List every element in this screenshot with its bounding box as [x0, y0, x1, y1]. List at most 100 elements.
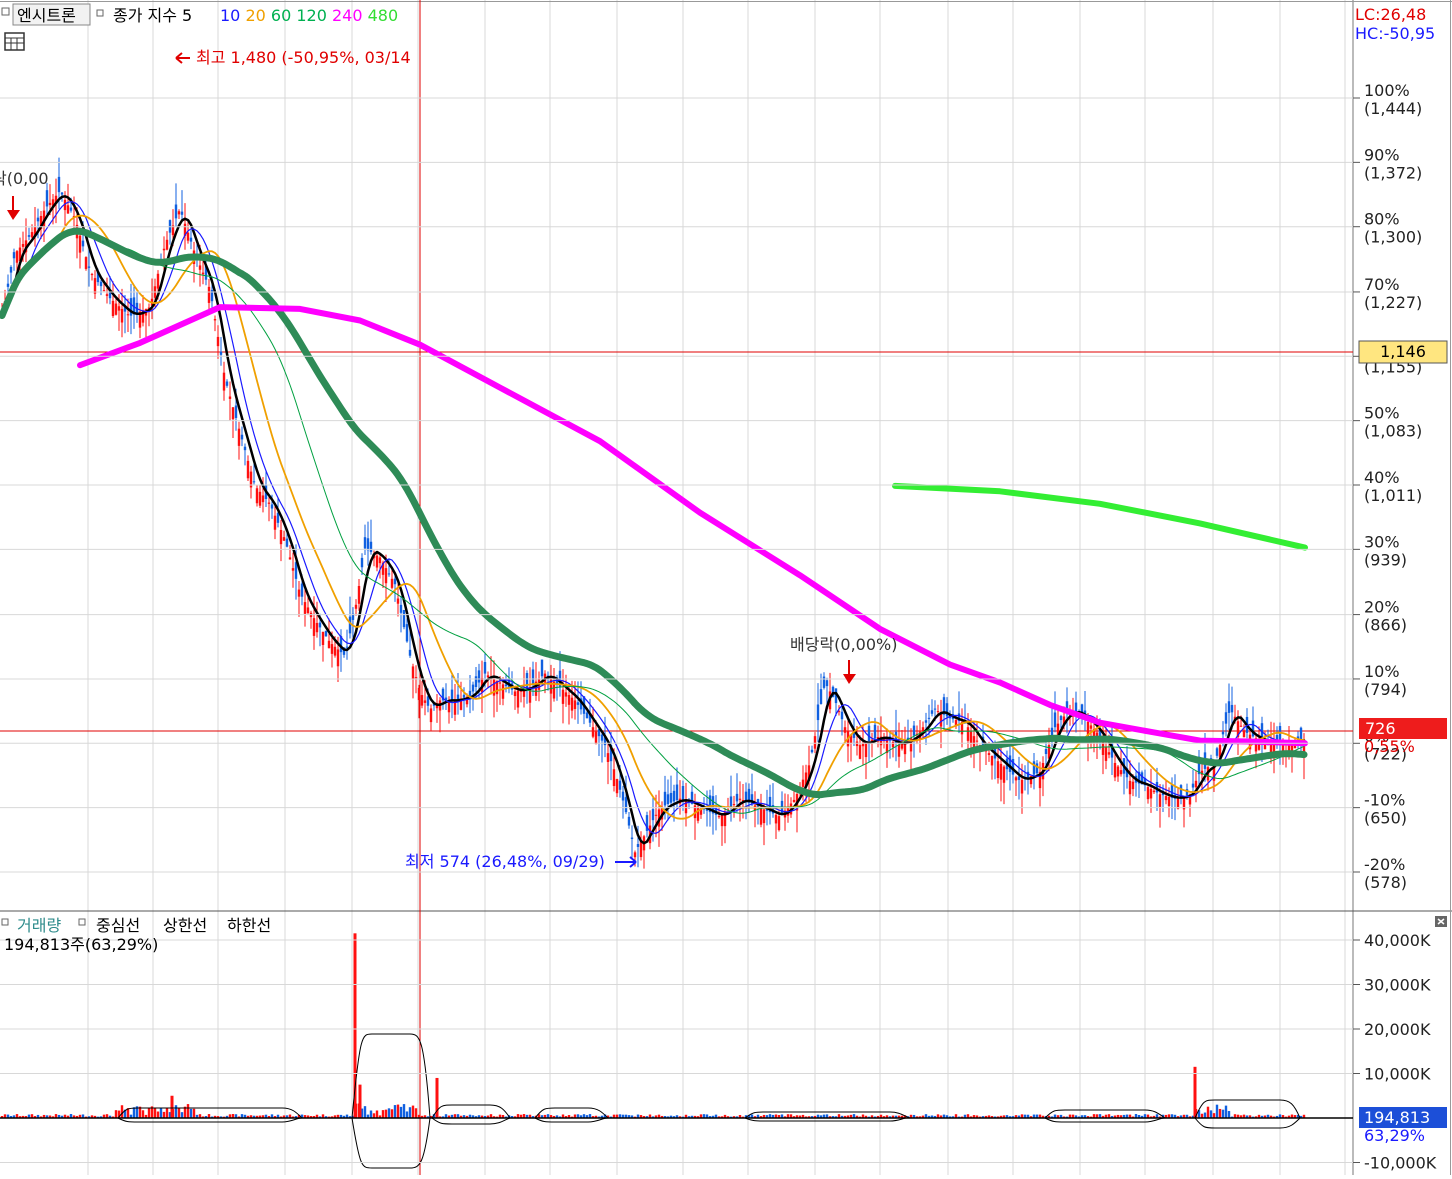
- candle-body: [822, 676, 826, 688]
- candle-body: [222, 372, 226, 391]
- volume-bar: [120, 1105, 124, 1118]
- candle-body: [1104, 746, 1108, 761]
- candle-body: [330, 644, 334, 654]
- candle-body: [384, 568, 388, 584]
- candle-body: [867, 725, 871, 742]
- candle-body: [180, 211, 184, 215]
- candle-body: [258, 491, 262, 506]
- volume-bar: [375, 1110, 379, 1118]
- candle-body: [639, 841, 643, 858]
- candle-body: [420, 695, 424, 706]
- hc-label: HC:-50,95: [1355, 24, 1435, 43]
- candle-body: [483, 662, 487, 674]
- candle-body: [474, 676, 478, 687]
- candle-body: [567, 695, 571, 705]
- candle-body: [378, 557, 382, 564]
- volume-tick-label: 30,000K: [1364, 976, 1431, 995]
- price-tick-value: (1,227): [1364, 293, 1422, 312]
- candle-body: [462, 694, 466, 698]
- candle-body: [936, 711, 940, 713]
- candle-body: [66, 205, 70, 214]
- candle-body: [1089, 725, 1093, 729]
- price-tick-pct: 100%: [1364, 81, 1410, 100]
- candle-body: [300, 583, 304, 597]
- candle-body: [126, 314, 130, 316]
- candle-body: [408, 649, 412, 656]
- candle-body: [930, 710, 934, 714]
- ma-legend-item: 10: [220, 6, 240, 25]
- candle-body: [774, 814, 778, 824]
- candle-body: [843, 727, 847, 733]
- candle-body: [912, 725, 916, 736]
- table-icon[interactable]: [4, 32, 25, 51]
- price-tick-value: (939): [1364, 550, 1407, 569]
- volume-bar: [405, 1111, 409, 1118]
- candle-body: [1131, 781, 1135, 790]
- candle-body: [1224, 712, 1228, 724]
- candle-body: [291, 568, 295, 571]
- candle-body: [324, 630, 328, 637]
- price-tick-pct: 10%: [1364, 662, 1400, 681]
- volume-bar: [141, 1110, 145, 1118]
- candle-body: [396, 598, 400, 604]
- candle-body: [354, 604, 358, 609]
- candle-body: [777, 816, 781, 831]
- price-tick-value: (1,444): [1364, 99, 1422, 118]
- volume-bar: [369, 1110, 373, 1118]
- candle-body: [297, 589, 301, 597]
- candle-body: [852, 733, 856, 738]
- candle-body: [840, 711, 844, 720]
- candle-body: [231, 407, 235, 420]
- candle-body: [1116, 766, 1120, 777]
- candle-body: [78, 235, 82, 253]
- candle-body: [615, 779, 619, 794]
- candle-body: [306, 607, 310, 613]
- candle-body: [1176, 797, 1180, 809]
- candle-body: [393, 578, 397, 585]
- candle-body: [1128, 780, 1132, 795]
- volume-bar: [1224, 1105, 1228, 1118]
- close-panel-icon[interactable]: [1435, 916, 1447, 927]
- candle-body: [174, 204, 178, 219]
- candle-body: [93, 278, 97, 294]
- candle-body: [735, 793, 739, 802]
- volume-bar: [132, 1107, 136, 1118]
- candle-body: [1119, 770, 1123, 775]
- candle-body: [273, 515, 277, 530]
- candle-body: [90, 274, 94, 276]
- price-tick-value: (650): [1364, 809, 1407, 828]
- volume-tick-label: 10,000K: [1364, 1065, 1431, 1084]
- price-tick-pct: -10%: [1364, 791, 1405, 810]
- candle-body: [1032, 761, 1036, 775]
- volume-tick-label: 40,000K: [1364, 931, 1431, 950]
- candle-body: [252, 481, 256, 483]
- candle-body: [45, 190, 49, 207]
- candle-body: [996, 761, 1000, 779]
- candle-body: [165, 239, 169, 250]
- candle-body: [732, 804, 736, 806]
- candle-body: [486, 675, 490, 678]
- candle-body: [450, 689, 454, 701]
- candle-body: [117, 306, 121, 311]
- candle-body: [15, 251, 19, 263]
- candle-body: [1113, 762, 1117, 778]
- stock-chart[interactable]: 100%(1,444) 90%(1,372) 80%(1,300) 70%(1,227…: [0, 0, 1452, 1175]
- stock-name[interactable]: 엔시트론: [17, 6, 76, 25]
- candle-body: [498, 682, 502, 684]
- volume-bar: [396, 1104, 400, 1118]
- candle-body: [99, 281, 103, 287]
- volume-bar: [363, 1106, 367, 1118]
- candle-body: [654, 814, 658, 816]
- volume-bar: [170, 1095, 174, 1118]
- volume-bar: [165, 1108, 169, 1118]
- volume-bar: [411, 1105, 415, 1118]
- candle-body: [1146, 787, 1150, 800]
- candle-body: [531, 669, 535, 685]
- price-tick-value: (1,300): [1364, 228, 1422, 247]
- volume-bar: [402, 1104, 406, 1118]
- volume-bar: [1193, 1066, 1197, 1118]
- candle-body: [105, 294, 109, 296]
- candle-body: [630, 837, 634, 839]
- volume-bar: [393, 1105, 397, 1118]
- volume-bar: [147, 1107, 151, 1118]
